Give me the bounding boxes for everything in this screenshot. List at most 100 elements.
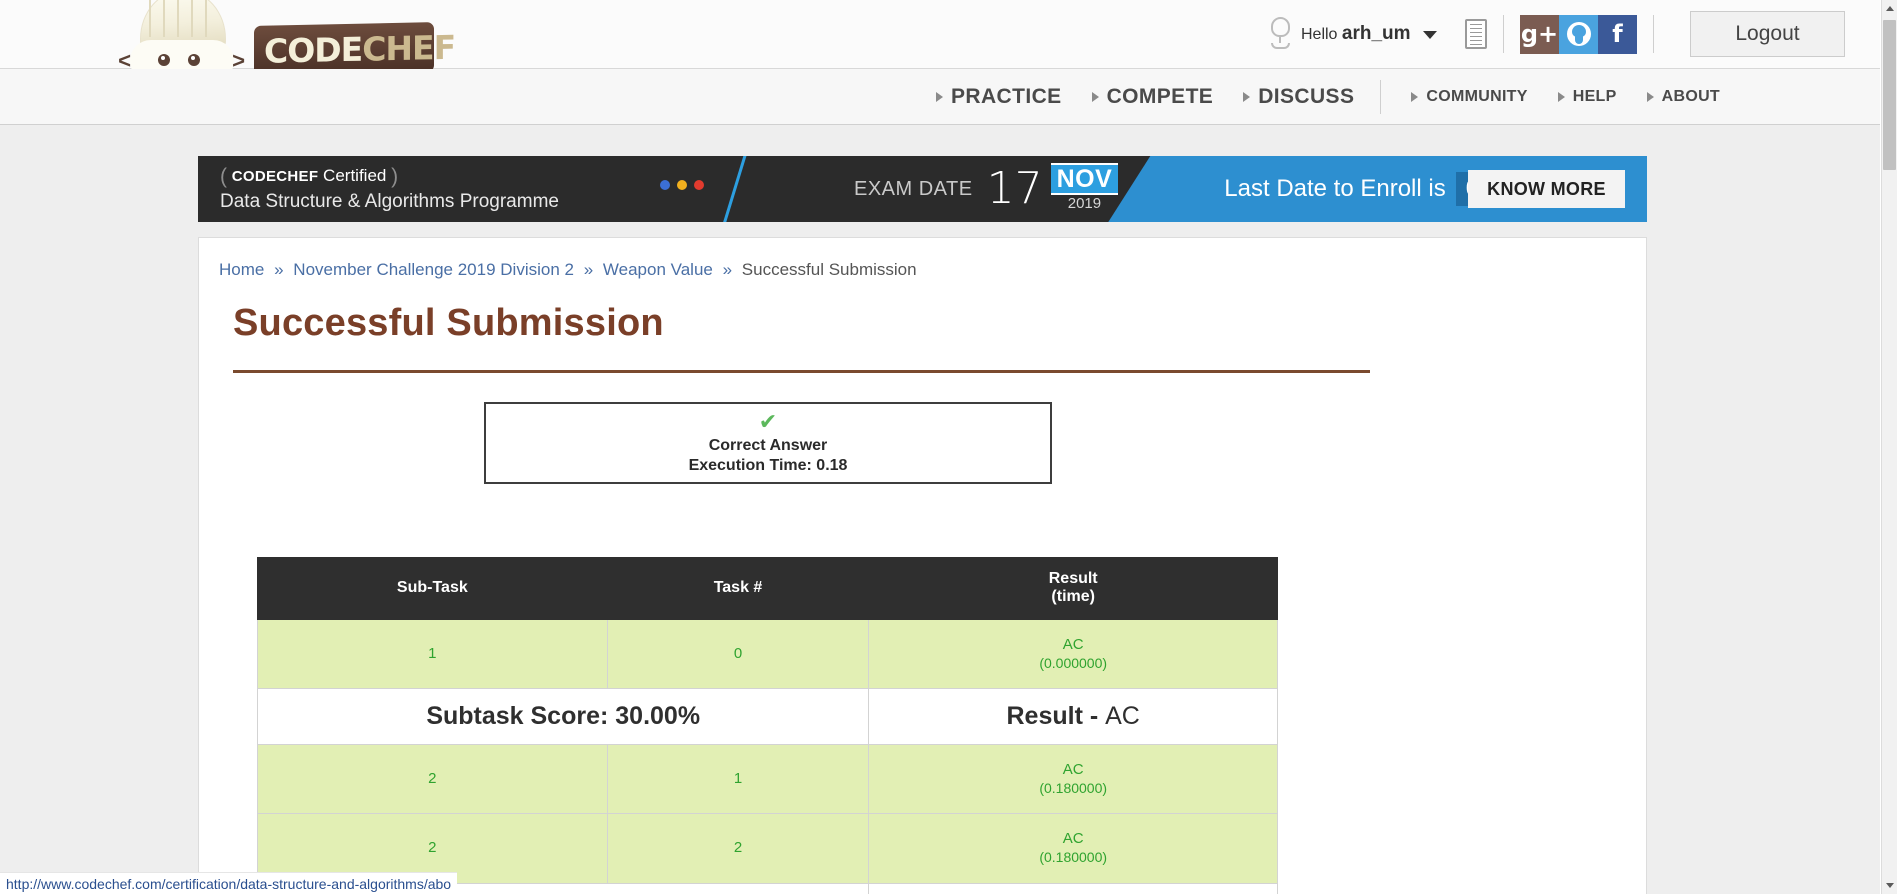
promo-enroll-section: Last Date to Enroll is 04 Nov 2019 KNOW … [1108,156,1647,222]
scroll-up-button[interactable] [1882,0,1897,17]
nav-label: PRACTICE [951,84,1062,108]
promo-dots [660,180,704,190]
cell-time: (0.180000) [1039,779,1108,796]
triangle-right-icon [1557,91,1565,102]
scroll-down-button[interactable] [1882,877,1897,894]
top-header: < > CODECHEF Hello arh_um g+ f Logout [0,0,1880,90]
triangle-right-icon [1091,91,1099,102]
status-bar-url: http://www.codechef.com/certification/da… [0,872,458,894]
cell-time: (0.180000) [1039,849,1108,866]
promo-certified-word: Certified [323,166,387,185]
table-row: 2 1 AC (0.180000) [257,744,1278,815]
github-cat-glyph [1566,22,1591,46]
verdict-box: ✔ Correct Answer Execution Time: 0.18 [484,402,1052,484]
result-value: AC [1105,702,1140,731]
chevron-down-icon[interactable] [1423,31,1437,39]
logout-button[interactable]: Logout [1690,11,1845,57]
header-result: Result (time) [868,557,1278,620]
check-icon: ✔ [758,409,778,434]
cell-verdict: AC [1062,635,1084,653]
cell-result: AC (0.180000) [868,813,1278,884]
user-zone: Hello arh_um g+ f Logout [1267,0,1880,68]
header-result-line2: (time) [1051,588,1095,606]
promo-slash-divider [720,156,749,222]
submission-card: Home » November Challenge 2019 Division … [198,237,1647,894]
verdict-title: Correct Answer [708,437,828,454]
nav-item-help[interactable]: HELP [1557,87,1617,106]
nav-item-discuss[interactable]: DISCUSS [1243,85,1354,109]
promo-exam-date: EXAM DATE 17 NOV 2019 [838,156,1119,222]
nav-item-community[interactable]: COMMUNITY [1411,88,1527,106]
trophy-icon[interactable] [1267,17,1293,51]
cell-subtask: 2 [257,744,608,815]
cell-result: AC (0.000000) [868,618,1278,690]
breadcrumb-contest[interactable]: November Challenge 2019 Division 2 [293,260,574,279]
facebook-icon[interactable]: f [1598,14,1637,54]
content-area: ( CODECHEF Certified ) Data Structure & … [0,125,1880,894]
nav-item-about[interactable]: ABOUT [1646,88,1720,106]
notes-icon[interactable] [1465,19,1487,49]
nav-label: COMMUNITY [1426,87,1528,105]
promo-certified-block: ( CODECHEF Certified ) Data Structure & … [198,165,559,213]
dot-blue [660,180,670,190]
exam-day: 17 [986,163,1043,214]
header-subtask: Sub-Task [257,557,608,620]
table-header-row: Sub-Task Task # Result (time) [257,557,1278,620]
know-more-button[interactable]: KNOW MORE [1468,170,1625,208]
paren-right: ) [391,165,399,188]
breadcrumb-separator: » [274,260,284,279]
exam-month: NOV [1050,163,1119,196]
divider [1653,15,1654,53]
github-icon[interactable] [1559,14,1598,54]
username-label: arh_um [1341,23,1411,44]
logo-wordmark: CODECHEF [264,28,455,71]
triangle-right-icon [1411,91,1419,102]
cell-subtask-result: Result - AC [868,882,1278,894]
cell-task: 2 [606,813,870,884]
promo-banner[interactable]: ( CODECHEF Certified ) Data Structure & … [198,156,1647,222]
scrollbar-thumb[interactable] [1883,20,1896,170]
triangle-right-icon [1646,91,1654,102]
promo-programme: Data Structure & Algorithms Programme [220,191,559,212]
table-row: 1 0 AC (0.000000) [257,618,1278,690]
results-table-body: 1 0 AC (0.000000) Subtask Score: 30.00% … [256,618,1278,894]
cell-time: (0.000000) [1039,654,1108,671]
nav-divider [1380,79,1382,114]
exam-year: 2019 [1067,194,1102,212]
exam-month-block: NOV 2019 [1050,163,1119,212]
page-root: < > CODECHEF Hello arh_um g+ f Logout PR… [0,0,1897,894]
result-label: Result - [1006,702,1106,731]
breadcrumb-separator: » [722,260,733,279]
page-title: Successful Submission [233,302,664,344]
google-plus-icon[interactable]: g+ [1520,14,1559,54]
header-task: Task # [606,557,870,620]
cell-verdict: AC [1062,761,1084,779]
breadcrumb-current: Successful Submission [741,260,917,279]
facebook-glyph: f [1612,20,1623,48]
results-table-head: Sub-Task Task # Result (time) [257,557,1278,620]
triangle-right-icon [936,91,944,102]
enroll-label: Last Date to Enroll is [1224,175,1446,202]
breadcrumb: Home » November Challenge 2019 Division … [219,260,917,280]
cell-result: AC (0.180000) [868,744,1278,815]
promo-left-section: ( CODECHEF Certified ) Data Structure & … [198,156,838,222]
logo-word-chef: CHEF [362,27,456,69]
results-table: Sub-Task Task # Result (time) 1 0 AC (0.… [256,557,1278,894]
user-menu[interactable]: Hello arh_um [1301,23,1437,45]
triangle-right-icon [1243,91,1251,102]
title-underline [233,370,1370,373]
nav-item-compete[interactable]: COMPETE [1091,85,1214,109]
paren-left: ( [220,165,227,188]
cell-verdict: AC [1062,830,1084,848]
dot-yellow [677,180,687,190]
page-scrollbar[interactable] [1881,0,1897,894]
breadcrumb-home[interactable]: Home [219,260,264,279]
cell-subtask-score: Subtask Score: 30.00% [256,688,870,746]
cell-subtask: 1 [257,618,608,690]
nav-label: DISCUSS [1258,84,1355,108]
nav-label: HELP [1572,87,1617,105]
breadcrumb-problem[interactable]: Weapon Value [603,260,713,279]
promo-certified-line: ( CODECHEF Certified ) [220,165,559,189]
exam-date-label: EXAM DATE [854,177,973,200]
nav-item-practice[interactable]: PRACTICE [936,85,1062,109]
